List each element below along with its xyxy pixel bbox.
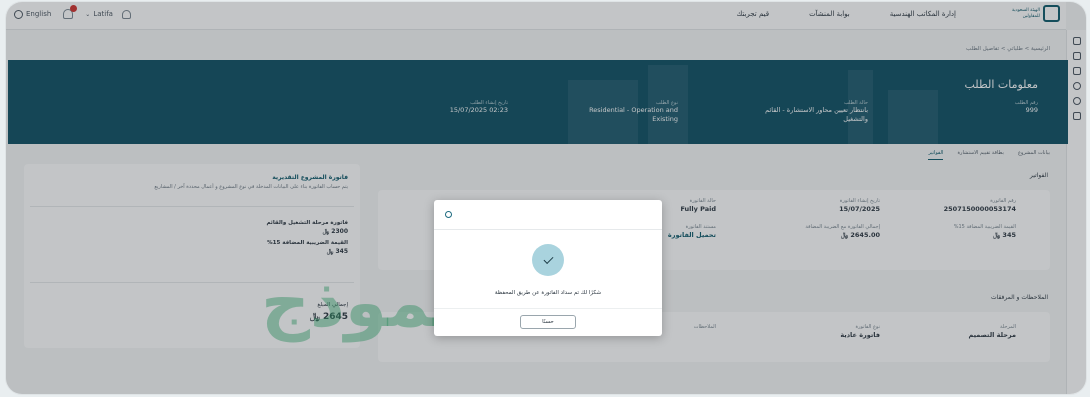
dialog-message: شكرًا لك تم سداد الفاتورة عن طريق المحفظ… [494,290,602,296]
watermark-right: نموذج [726,274,900,344]
dialog-divider [434,308,662,309]
close-icon[interactable] [445,211,452,218]
ok-button[interactable]: حسنًا [520,315,576,329]
success-dialog: شكرًا لك تم سداد الفاتورة عن طريق المحفظ… [434,200,662,336]
dialog-header [434,200,662,230]
app-window: English ⌄ Latifa إدارة المكاتب الهندسية … [6,2,1086,394]
watermark: نموذج [261,264,459,343]
checkmark [543,253,553,264]
success-check-icon [532,244,564,276]
